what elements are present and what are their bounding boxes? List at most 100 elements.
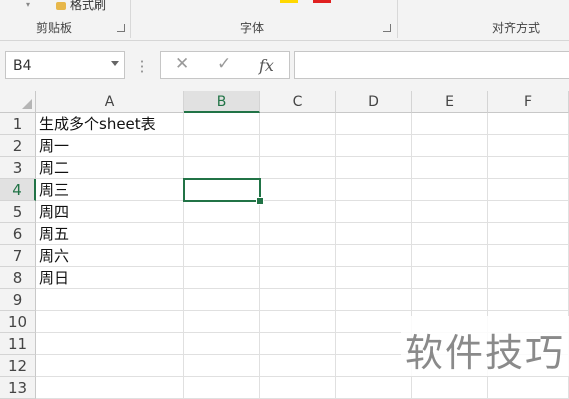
cell-d1[interactable] [336, 113, 412, 135]
cell-c8[interactable] [260, 267, 336, 289]
cell-b13[interactable] [184, 377, 260, 399]
cell-c3[interactable] [260, 157, 336, 179]
row-header-9[interactable]: 9 [0, 289, 36, 311]
cell-d13[interactable] [336, 377, 412, 399]
cell-f6[interactable] [488, 223, 569, 245]
cell-a3[interactable]: 周二 [36, 157, 184, 179]
cell-b9[interactable] [184, 289, 260, 311]
select-all-button[interactable] [0, 91, 36, 113]
cell-a10[interactable] [36, 311, 184, 333]
cell-e3[interactable] [412, 157, 488, 179]
cell-f4[interactable] [488, 179, 569, 201]
cell-d5[interactable] [336, 201, 412, 223]
cell-c6[interactable] [260, 223, 336, 245]
cell-f3[interactable] [488, 157, 569, 179]
cell-a1[interactable]: 生成多个sheet表 [36, 113, 184, 135]
cell-c7[interactable] [260, 245, 336, 267]
column-header-a[interactable]: A [36, 91, 184, 113]
cell-e1[interactable] [412, 113, 488, 135]
row-header-3[interactable]: 3 [0, 157, 36, 179]
font-color-swatch[interactable] [313, 0, 331, 3]
cell-c12[interactable] [260, 355, 336, 377]
row-header-1[interactable]: 1 [0, 113, 36, 135]
cell-f8[interactable] [488, 267, 569, 289]
cell-c2[interactable] [260, 135, 336, 157]
cell-d2[interactable] [336, 135, 412, 157]
font-dialog-launcher-icon[interactable] [383, 24, 391, 32]
cell-a13[interactable] [36, 377, 184, 399]
cell-e9[interactable] [412, 289, 488, 311]
cell-a5[interactable]: 周四 [36, 201, 184, 223]
cell-a4[interactable]: 周三 [36, 179, 184, 201]
cell-a12[interactable] [36, 355, 184, 377]
cell-b8[interactable] [184, 267, 260, 289]
highlight-color-swatch[interactable] [280, 0, 298, 3]
row-header-8[interactable]: 8 [0, 267, 36, 289]
format-painter-button[interactable]: 格式刷 [56, 0, 106, 13]
cell-d9[interactable] [336, 289, 412, 311]
cell-d7[interactable] [336, 245, 412, 267]
cell-a2[interactable]: 周一 [36, 135, 184, 157]
cell-c13[interactable] [260, 377, 336, 399]
drag-handle-icon[interactable] [141, 59, 143, 73]
cell-b1[interactable] [184, 113, 260, 135]
enter-icon[interactable]: ✓ [217, 54, 231, 74]
row-header-2[interactable]: 2 [0, 135, 36, 157]
column-header-f[interactable]: F [488, 91, 569, 113]
row-header-11[interactable]: 11 [0, 333, 36, 355]
row-header-5[interactable]: 5 [0, 201, 36, 223]
column-header-c[interactable]: C [260, 91, 336, 113]
row-header-13[interactable]: 13 [0, 377, 36, 399]
cell-d4[interactable] [336, 179, 412, 201]
cell-b7[interactable] [184, 245, 260, 267]
insert-function-icon[interactable]: fx [259, 56, 274, 75]
cell-d3[interactable] [336, 157, 412, 179]
row-header-7[interactable]: 7 [0, 245, 36, 267]
cell-e7[interactable] [412, 245, 488, 267]
name-box[interactable]: B4 [5, 51, 125, 79]
cell-d6[interactable] [336, 223, 412, 245]
cell-e5[interactable] [412, 201, 488, 223]
cell-d8[interactable] [336, 267, 412, 289]
fill-handle[interactable] [256, 197, 264, 205]
cell-b12[interactable] [184, 355, 260, 377]
column-header-b[interactable]: B [184, 91, 260, 113]
row-header-10[interactable]: 10 [0, 311, 36, 333]
row-header-12[interactable]: 12 [0, 355, 36, 377]
cell-f5[interactable] [488, 201, 569, 223]
cell-c1[interactable] [260, 113, 336, 135]
cell-f1[interactable] [488, 113, 569, 135]
column-header-d[interactable]: D [336, 91, 412, 113]
cell-a6[interactable]: 周五 [36, 223, 184, 245]
row-header-4[interactable]: 4 [0, 179, 36, 201]
cell-a9[interactable] [36, 289, 184, 311]
cell-b6[interactable] [184, 223, 260, 245]
cell-b10[interactable] [184, 311, 260, 333]
chevron-down-icon[interactable]: ▾ [26, 0, 30, 9]
cell-b5[interactable] [184, 201, 260, 223]
cell-f7[interactable] [488, 245, 569, 267]
cell-b3[interactable] [184, 157, 260, 179]
row-header-6[interactable]: 6 [0, 223, 36, 245]
cell-a11[interactable] [36, 333, 184, 355]
cell-b11[interactable] [184, 333, 260, 355]
cell-c9[interactable] [260, 289, 336, 311]
cell-e13[interactable] [412, 377, 488, 399]
cell-e8[interactable] [412, 267, 488, 289]
cancel-icon[interactable]: ✕ [175, 54, 189, 74]
cell-c5[interactable] [260, 201, 336, 223]
cell-c10[interactable] [260, 311, 336, 333]
cell-a7[interactable]: 周六 [36, 245, 184, 267]
cell-e2[interactable] [412, 135, 488, 157]
cell-a8[interactable]: 周日 [36, 267, 184, 289]
chevron-down-icon[interactable] [111, 61, 119, 66]
clipboard-dialog-launcher-icon[interactable] [117, 24, 125, 32]
cell-f2[interactable] [488, 135, 569, 157]
cell-e6[interactable] [412, 223, 488, 245]
formula-input[interactable] [294, 51, 569, 79]
cell-b2[interactable] [184, 135, 260, 157]
cell-c11[interactable] [260, 333, 336, 355]
cell-f9[interactable] [488, 289, 569, 311]
cell-e4[interactable] [412, 179, 488, 201]
column-header-e[interactable]: E [412, 91, 488, 113]
